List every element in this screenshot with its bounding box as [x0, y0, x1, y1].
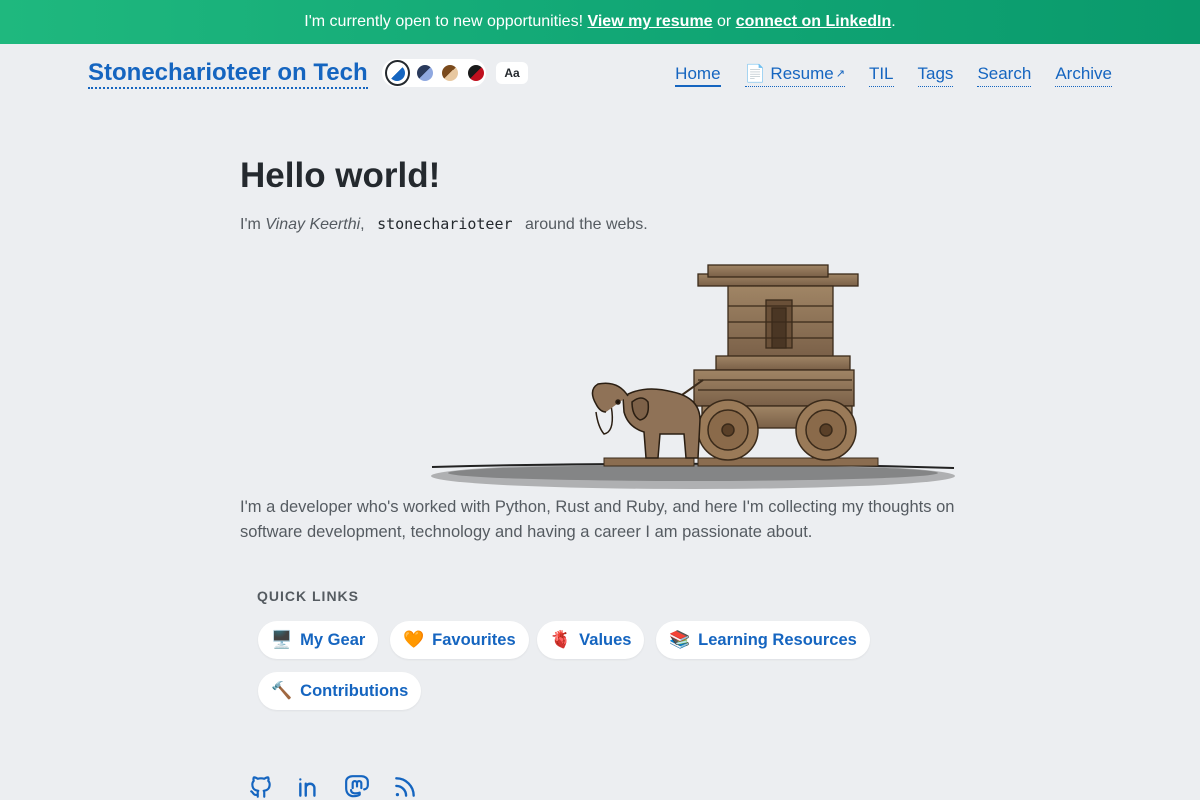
- main-nav: Home 📄 Resume ↗ TIL Tags Search Archive: [675, 63, 1112, 87]
- nav-tags[interactable]: Tags: [917, 63, 954, 87]
- half-circle-icon: [442, 65, 459, 81]
- social-links: [248, 774, 418, 800]
- mastodon-link[interactable]: [344, 774, 370, 800]
- nav-til[interactable]: TIL: [868, 63, 894, 87]
- site-title[interactable]: Stonecharioteer on Tech: [88, 59, 368, 89]
- theme-crimson-button[interactable]: [466, 62, 487, 84]
- quick-link-values[interactable]: 🫀 Values: [537, 621, 645, 659]
- half-circle-icon: [467, 65, 484, 81]
- bio-text: I'm a developer who's worked with Python…: [240, 498, 955, 541]
- computer-icon: 🖥️: [271, 630, 293, 649]
- hammer-icon: 🔨: [271, 681, 293, 700]
- mastodon-icon: [345, 775, 369, 798]
- intro-prefix: I'm: [240, 216, 266, 233]
- announcement-banner: I'm currently open to new opportunities!…: [0, 0, 1200, 44]
- linkedin-link[interactable]: [296, 774, 322, 800]
- theme-earth-button[interactable]: [440, 62, 461, 84]
- stone-chariot-illustration: [431, 264, 955, 489]
- half-circle-icon: [416, 65, 433, 81]
- theme-switcher: [382, 59, 486, 87]
- quick-link-label: Learning Resources: [698, 630, 857, 649]
- view-resume-link[interactable]: View my resume: [587, 13, 712, 31]
- nav-resume[interactable]: 📄 Resume ↗: [744, 63, 845, 87]
- theme-default-button[interactable]: [385, 60, 410, 86]
- quick-link-contributions[interactable]: 🔨 Contributions: [258, 672, 422, 710]
- heart-icon: 🧡: [403, 630, 425, 649]
- external-link-icon: ↗: [835, 68, 845, 80]
- quick-link-label: Contributions: [300, 681, 409, 700]
- quick-link-learning-resources[interactable]: 📚 Learning Resources: [656, 621, 870, 659]
- quick-link-label: Values: [579, 630, 632, 649]
- banner-end: .: [891, 13, 896, 30]
- connect-linkedin-link[interactable]: connect on LinkedIn: [736, 13, 892, 31]
- rss-icon: [395, 777, 415, 797]
- github-icon: [250, 776, 271, 798]
- half-circle-icon: [389, 65, 406, 81]
- linkedin-icon: [299, 778, 316, 797]
- anatomical-heart-icon: 🫀: [550, 630, 572, 649]
- quick-link-favourites[interactable]: 🧡 Favourites: [390, 621, 529, 659]
- theme-dusk-button[interactable]: [415, 62, 436, 84]
- handle-code: stonecharioteer: [377, 215, 513, 233]
- intro-comma: ,: [360, 216, 365, 233]
- quick-link-label: My Gear: [300, 630, 366, 649]
- main-content: Hello world! I'm Vinay Keerthi, stonecha…: [240, 150, 960, 236]
- quick-link-my-gear[interactable]: 🖥️ My Gear: [258, 621, 379, 659]
- github-link[interactable]: [248, 774, 274, 800]
- rss-link[interactable]: [392, 774, 418, 800]
- books-icon: 📚: [669, 630, 691, 649]
- banner-or-text: or: [712, 13, 736, 30]
- banner-text: I'm currently open to new opportunities!: [304, 13, 588, 30]
- nav-archive[interactable]: Archive: [1055, 63, 1112, 87]
- nav-home[interactable]: Home: [675, 63, 721, 87]
- quick-link-label: Favourites: [432, 630, 516, 649]
- page-title: Hello world!: [240, 156, 441, 195]
- intro-suffix: around the webs.: [524, 216, 648, 233]
- nav-search[interactable]: Search: [977, 63, 1032, 87]
- author-name: Vinay Keerthi: [265, 216, 361, 233]
- nav-resume-label: 📄 Resume: [744, 64, 834, 83]
- font-toggle-button[interactable]: Aa: [496, 62, 528, 84]
- quick-links-heading: QUICK LINKS: [257, 588, 359, 604]
- intro-text: I'm Vinay Keerthi, stonecharioteer aroun…: [240, 213, 960, 236]
